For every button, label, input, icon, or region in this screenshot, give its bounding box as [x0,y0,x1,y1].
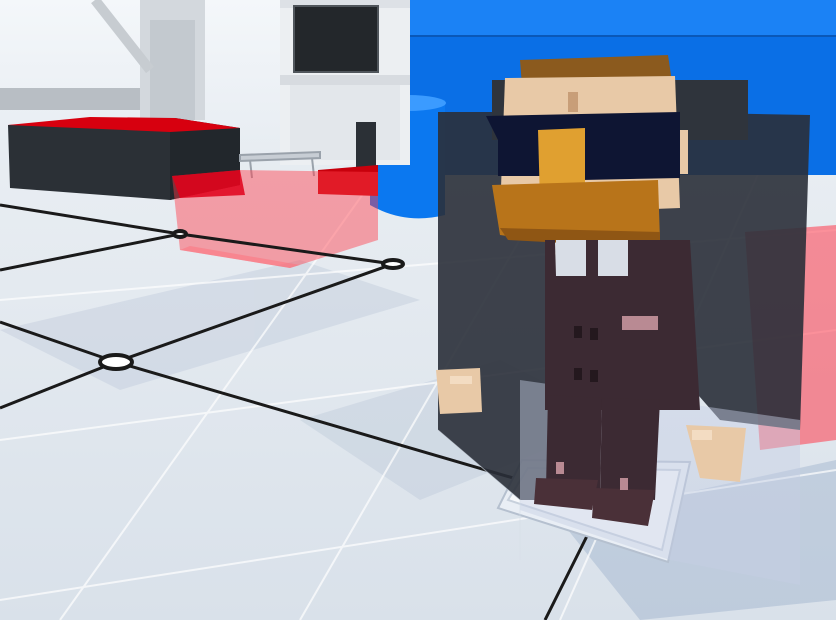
tower-with-tv [280,0,410,165]
character-head [486,55,688,250]
game-viewport[interactable] [0,0,836,620]
tv-screen [293,5,379,73]
character-collar [556,240,628,276]
left-hand [436,368,482,414]
